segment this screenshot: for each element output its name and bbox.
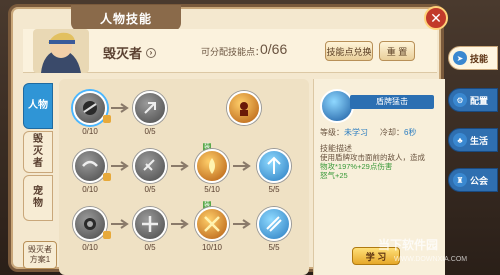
- info-icon[interactable]: ›: [146, 47, 157, 58]
- skill-tree: 0/10 0/5 0/10 0/5 装 5/10 5/5 0/10 0/5 装 …: [59, 79, 309, 275]
- arrow-right-icon: [111, 103, 129, 113]
- skill-node[interactable]: [227, 91, 261, 125]
- skill-count: 0/5: [144, 243, 156, 252]
- arrow-right-icon: [111, 161, 129, 171]
- skill-description: 使用盾牌攻击面前的敌人，造成 物攻*197%+29点伤害 怒气+25: [320, 153, 425, 180]
- skill-icon: ➤: [453, 51, 467, 65]
- skill-level: 等级：未学习: [320, 128, 368, 137]
- skill-count: 10/10: [201, 243, 223, 252]
- tab-pet[interactable]: 宠物: [23, 175, 53, 221]
- window-title: 人物技能: [71, 5, 181, 31]
- lock-icon: [103, 115, 111, 123]
- skill-node[interactable]: [133, 91, 167, 125]
- skill-count: 5/10: [204, 185, 220, 194]
- skill-node[interactable]: [73, 149, 107, 183]
- right-tab-config[interactable]: ⚙ 配置: [448, 88, 498, 112]
- skill-count: 0/10: [82, 243, 98, 252]
- points-label: 可分配技能点：: [201, 47, 265, 57]
- skill-node[interactable]: [133, 149, 167, 183]
- arrow-right-icon: [171, 161, 189, 171]
- skill-count: 0/5: [144, 127, 156, 136]
- skill-plan-button[interactable]: 毁灭者 方案1: [23, 241, 57, 269]
- skill-node[interactable]: [133, 207, 167, 241]
- skill-node[interactable]: [257, 149, 291, 183]
- skill-count: 5/5: [268, 185, 280, 194]
- arrow-right-icon: [233, 161, 251, 171]
- right-tab-guild[interactable]: ♜ 公会: [448, 168, 498, 192]
- skill-node[interactable]: [73, 207, 107, 241]
- right-tab-skill[interactable]: ➤ 技能: [448, 46, 498, 70]
- skill-count: 0/10: [82, 127, 98, 136]
- right-tab-life[interactable]: ♣ 生活: [448, 128, 498, 152]
- watermark: 当下软件园: [378, 238, 439, 252]
- character-name: 毁灭者 ›: [103, 43, 157, 62]
- points-value: 0/66: [260, 41, 288, 57]
- watermark-url: WWW.DOWNXIA.COM: [394, 256, 468, 263]
- arrow-right-icon: [111, 219, 129, 229]
- skill-node[interactable]: [257, 207, 291, 241]
- lock-icon: [103, 231, 111, 239]
- shield-icon: [320, 89, 354, 123]
- lock-icon: [103, 173, 111, 181]
- character-header: 毁灭者 › 可分配技能点： 0/66 技能点兑换 重 置: [23, 29, 437, 73]
- life-icon: ♣: [453, 133, 467, 147]
- skill-count: 0/10: [82, 185, 98, 194]
- skill-node[interactable]: [73, 91, 107, 125]
- arrow-right-icon: [233, 219, 251, 229]
- arrow-right-icon: [171, 219, 189, 229]
- skill-count: 0/5: [144, 185, 156, 194]
- tab-character[interactable]: 人物: [23, 83, 53, 129]
- guild-icon: ♜: [453, 173, 467, 187]
- skill-node[interactable]: [195, 149, 229, 183]
- skill-name: 盾牌猛击: [350, 95, 434, 109]
- skill-cooldown: 冷却：6秒: [380, 128, 417, 137]
- skill-node[interactable]: [195, 207, 229, 241]
- tab-destroyer[interactable]: 毁灭者: [23, 131, 53, 173]
- skill-count: 5/5: [268, 243, 280, 252]
- close-icon[interactable]: ✕: [424, 6, 448, 30]
- gear-icon: ⚙: [453, 93, 467, 107]
- exchange-points-button[interactable]: 技能点兑换: [325, 41, 373, 61]
- reset-button[interactable]: 重 置: [379, 41, 415, 61]
- skill-window: 人物技能 毁灭者 › 可分配技能点： 0/66 技能点兑换 重 置 人物 毁灭者…: [8, 4, 445, 275]
- character-avatar: [33, 29, 89, 73]
